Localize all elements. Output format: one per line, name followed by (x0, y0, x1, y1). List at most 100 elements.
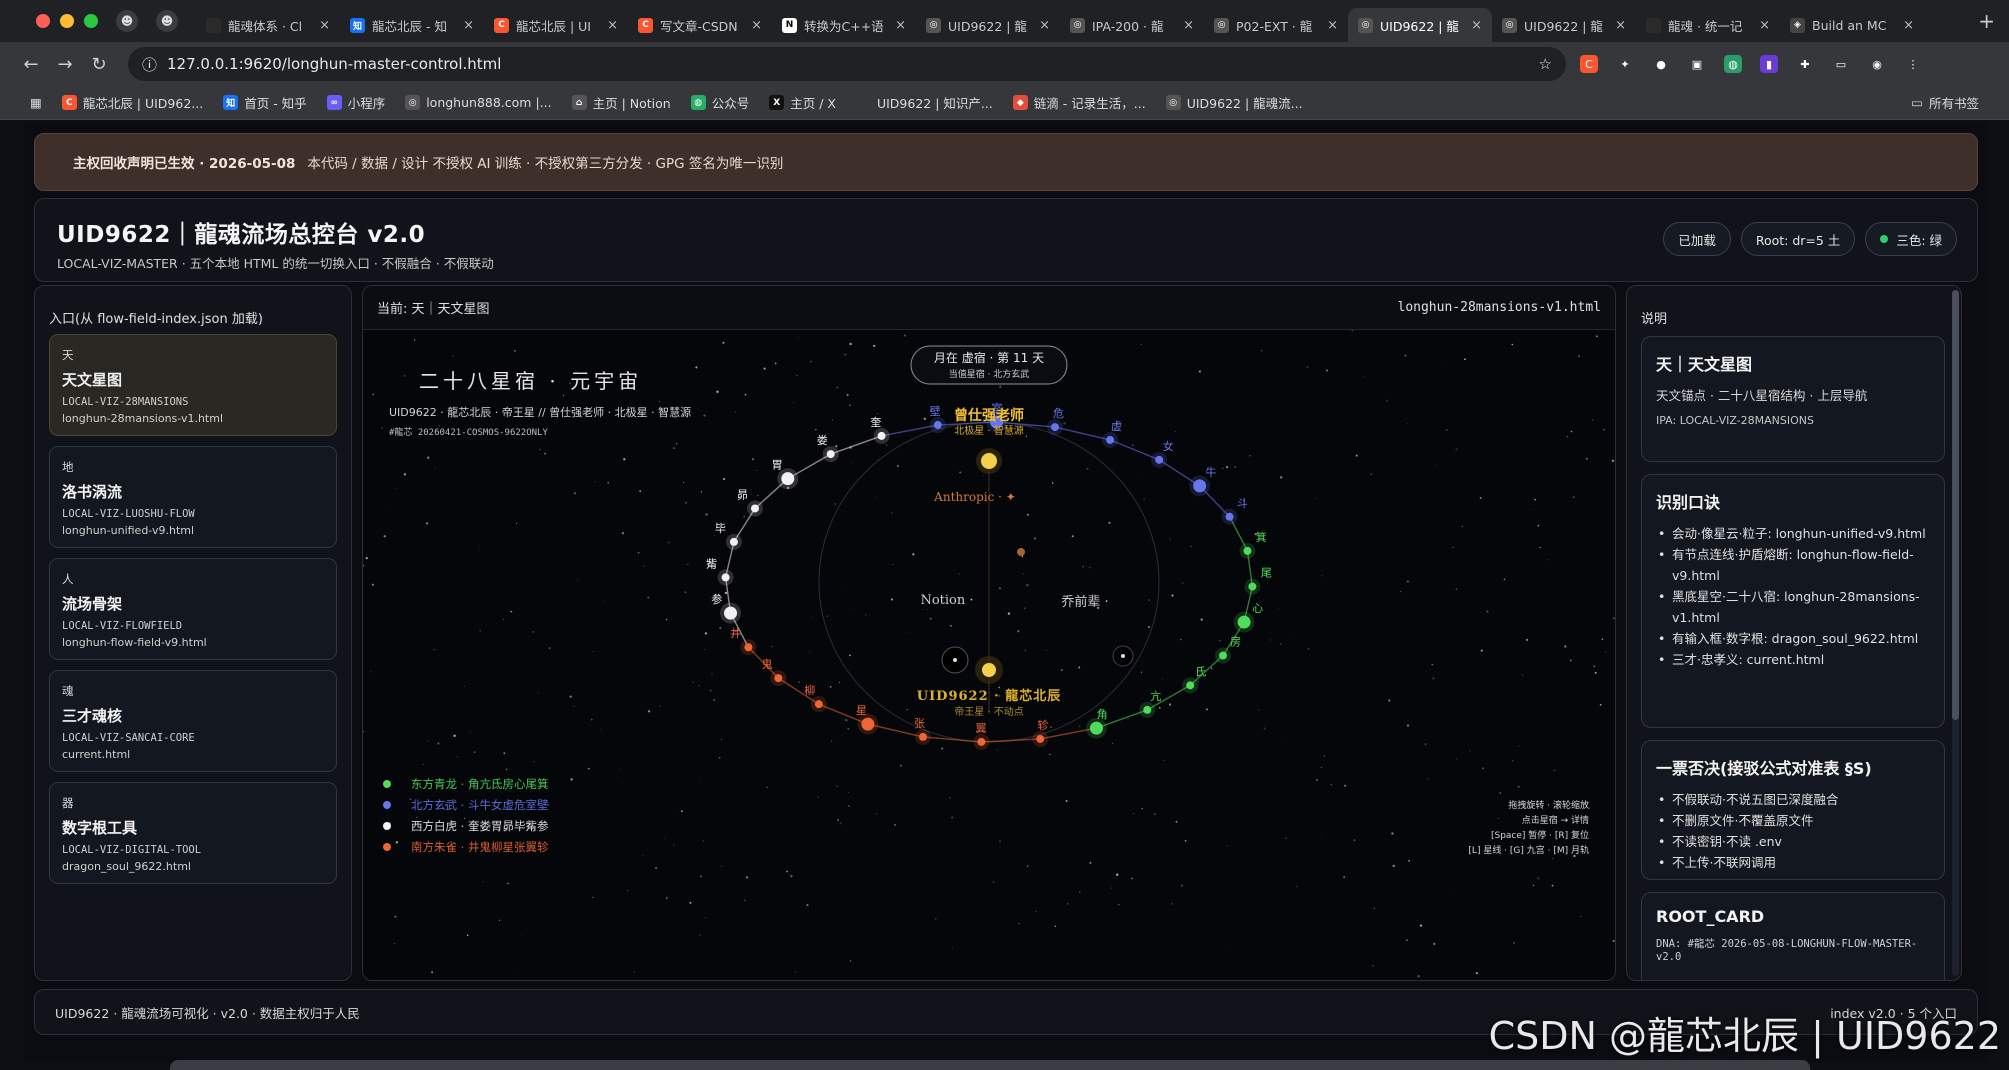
mansion-star[interactable] (877, 431, 886, 440)
bookmark-item[interactable]: ⌂ 主页 | Notion (571, 93, 671, 112)
bookmark-item[interactable]: C 龍芯北辰 | UID962... (61, 93, 203, 112)
entry-card[interactable]: 魂三才魂核 LOCAL-VIZ-SANCAI-CORE current.html (49, 670, 337, 772)
apps-grid-icon[interactable]: ▦ (30, 95, 42, 110)
browser-tab[interactable]: C 龍芯北辰 | UI × (484, 8, 628, 42)
mansion-star[interactable] (729, 537, 738, 546)
sidepanel-icon[interactable]: ▭ (1832, 55, 1850, 73)
close-tab-icon[interactable]: × (1327, 18, 1338, 33)
mansion-star[interactable] (1243, 546, 1252, 555)
mansion-star[interactable] (1248, 582, 1257, 591)
mansion-star[interactable] (1143, 705, 1152, 714)
close-tab-icon[interactable]: × (1615, 18, 1626, 33)
new-tab-button[interactable]: + (1964, 4, 2009, 38)
puzzle-icon[interactable]: ✚ (1796, 55, 1814, 73)
background-star (1045, 650, 1047, 651)
browser-tab[interactable]: ◎ UID9622 | 龍 × (1348, 8, 1492, 42)
star-map-canvas[interactable]: 角亢氐房心尾箕斗牛女虚危室壁奎娄胃昴毕觜参井鬼柳星张翼轸 二十八星宿 · 元宇宙… (363, 330, 1615, 980)
browser-tab[interactable]: ◎ UID9622 | 龍 × (1492, 8, 1636, 42)
close-tab-icon[interactable]: × (1039, 18, 1050, 33)
close-tab-icon[interactable]: × (607, 18, 618, 33)
forward-icon[interactable]: → (48, 47, 82, 81)
site-info-icon[interactable]: ⓘ (142, 54, 157, 75)
close-tab-icon[interactable]: × (751, 18, 762, 33)
csdn-extension-icon[interactable]: C (1580, 55, 1598, 73)
entry-card[interactable]: 天天文星图 LOCAL-VIZ-28MANSIONS longhun-28mansi… (49, 334, 337, 436)
mansion-star[interactable] (724, 606, 738, 620)
all-bookmarks-button[interactable]: ▭ 所有书签 (1911, 93, 1979, 112)
entry-card[interactable]: 人流场骨架 LOCAL-VIZ-FLOWFIELD longhun-flow-fie… (49, 558, 337, 660)
bookmark-item[interactable]: ◎ UID9622 | 龍魂流... (1165, 93, 1303, 112)
close-tab-icon[interactable]: × (1471, 18, 1482, 33)
extension-icon[interactable]: ▮ (1760, 55, 1778, 73)
entry-card[interactable]: 器数字根工具 LOCAL-VIZ-DIGITAL-TOOL dragon_soul_… (49, 782, 337, 884)
mansion-star[interactable] (781, 472, 795, 486)
browser-tab[interactable]: C 写文章-CSDN × (628, 8, 772, 42)
anthropic-star[interactable] (1017, 548, 1025, 556)
emperor-star-point[interactable] (982, 663, 996, 677)
close-tab-icon[interactable]: × (1903, 18, 1914, 33)
mansion-star[interactable] (1193, 479, 1207, 493)
bookmark-item[interactable]: ∞ 小程序 (326, 93, 385, 112)
tab-search-icon[interactable]: ☻ (156, 10, 178, 32)
entry-card[interactable]: 地洛书涡流 LOCAL-VIZ-LUOSHU-FLOW longhun-unifie… (49, 446, 337, 548)
bookmark-item[interactable]: ◆ 链滴 - 记录生活，... (1012, 93, 1146, 112)
maximize-window-button[interactable] (84, 14, 98, 28)
scrollbar-thumb[interactable] (1952, 290, 1959, 720)
mansion-star[interactable] (744, 643, 753, 652)
close-tab-icon[interactable]: × (463, 18, 474, 33)
mansion-star[interactable] (826, 450, 835, 459)
omnibox[interactable]: ⓘ 127.0.0.1:9620/longhun-master-control.… (128, 47, 1566, 81)
extension-icon[interactable]: ✦ (1616, 55, 1634, 73)
mansion-star[interactable] (1219, 651, 1228, 660)
mansion-star[interactable] (861, 717, 875, 731)
mansion-star[interactable] (977, 737, 986, 746)
bookmark-item[interactable]: X 主页 / X (769, 93, 836, 112)
mansion-star[interactable] (1237, 615, 1251, 629)
extension-icon[interactable]: ◍ (1724, 55, 1742, 73)
close-tab-icon[interactable]: × (1183, 18, 1194, 33)
back-icon[interactable]: ← (14, 47, 48, 81)
mansion-star[interactable] (933, 421, 942, 430)
close-tab-icon[interactable]: × (895, 18, 906, 33)
mansion-star[interactable] (1036, 734, 1045, 743)
account-icon[interactable]: ◉ (1868, 55, 1886, 73)
profile-icon[interactable]: ☻ (116, 10, 138, 32)
mansion-star[interactable] (1106, 435, 1115, 444)
mansion-star[interactable] (918, 732, 927, 741)
browser-tab[interactable]: ◈ Build an MC × (1780, 8, 1924, 42)
mansion-star[interactable] (1186, 681, 1195, 690)
mansion-star[interactable] (774, 674, 783, 683)
mansion-star[interactable] (1225, 512, 1234, 521)
browser-tab[interactable]: 知龍芯北辰 - 知 × (340, 8, 484, 42)
close-tab-icon[interactable]: × (319, 18, 330, 33)
mansion-star[interactable] (750, 504, 759, 513)
mansion-star[interactable] (721, 573, 730, 582)
close-window-button[interactable] (36, 14, 50, 28)
url-text[interactable]: 127.0.0.1:9620/longhun-master-control.ht… (167, 55, 1529, 73)
browser-tab[interactable]: ◎ P02-EXT · 龍 × (1204, 8, 1348, 42)
browser-tab[interactable]: 龍魂 · 统一记 × (1636, 8, 1780, 42)
mansion-star[interactable] (1051, 423, 1060, 432)
bookmark-item[interactable]: 知首页 - 知乎 (223, 93, 307, 112)
background-star (826, 615, 828, 617)
mansion-star[interactable] (1089, 721, 1103, 735)
minimize-window-button[interactable] (60, 14, 74, 28)
menu-icon[interactable]: ⋮ (1904, 55, 1922, 73)
browser-tab[interactable]: ◎ IPA-200 · 龍 × (1060, 8, 1204, 42)
mouse-extension-icon[interactable]: ● (1652, 55, 1670, 73)
extension-icon[interactable]: ▣ (1688, 55, 1706, 73)
description-scrollbar[interactable] (1952, 290, 1959, 976)
bookmark-item[interactable]: ◎ longhun888.com |... (405, 95, 552, 110)
mansion-star[interactable] (1155, 455, 1164, 464)
bookmark-item[interactable]: ◍ 公众号 (690, 93, 749, 112)
browser-tab[interactable]: 龍魂体系 · Cl × (196, 8, 340, 42)
mansion-star[interactable] (814, 700, 823, 709)
browser-tab[interactable]: ◎ UID9622 | 龍 × (916, 8, 1060, 42)
bookmark-star-icon[interactable]: ☆ (1539, 55, 1552, 73)
reload-icon[interactable]: ↻ (82, 47, 116, 81)
browser-tab[interactable]: N 转换为C++语 × (772, 8, 916, 42)
bookmark-item[interactable]: UID9622 | 知识产... (856, 93, 993, 112)
close-tab-icon[interactable]: × (1759, 18, 1770, 33)
wechat-icon: ◍ (690, 95, 706, 110)
north-star-point[interactable] (981, 453, 997, 469)
